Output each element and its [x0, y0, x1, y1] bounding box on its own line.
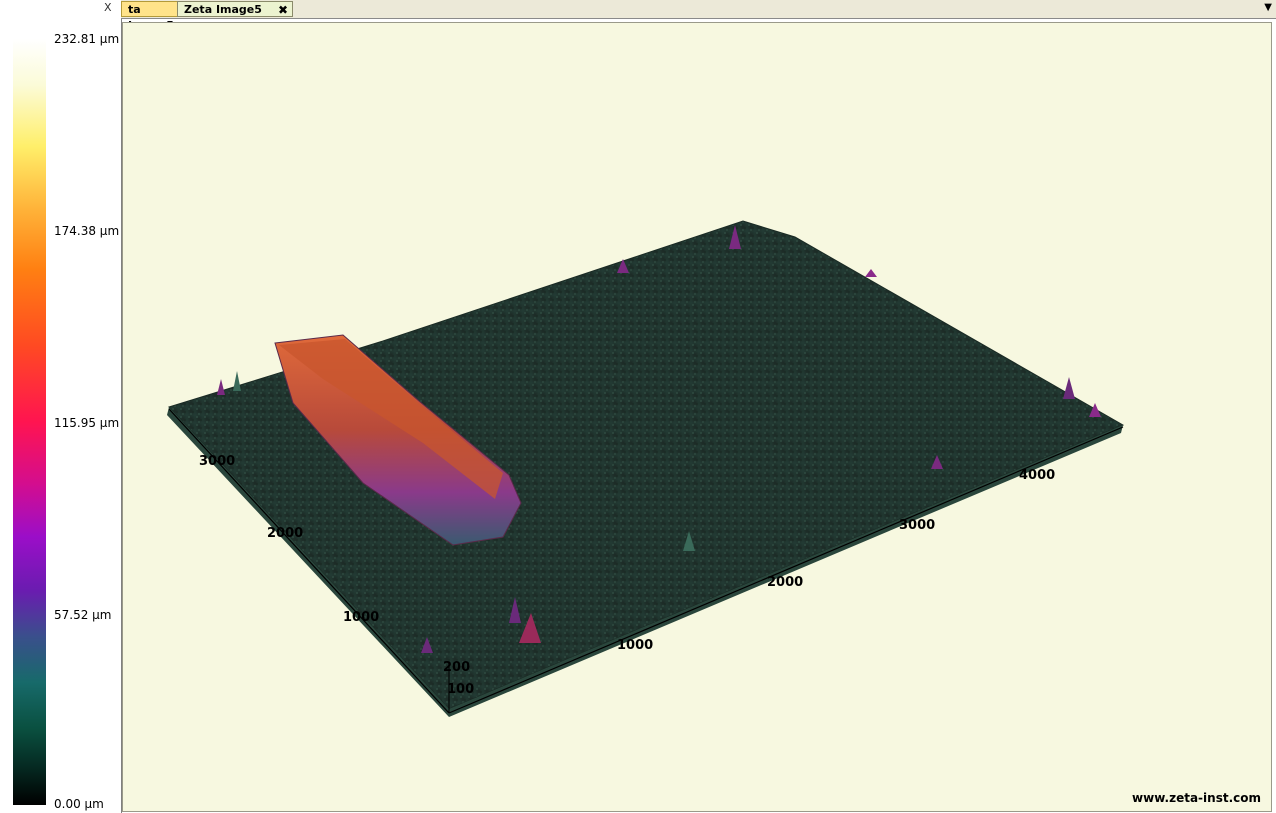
- x-tick-2000: 2000: [767, 575, 803, 590]
- x-tick-1000: 1000: [617, 638, 653, 653]
- surface-plane: [168, 220, 1125, 710]
- y-tick-2000: 2000: [267, 526, 303, 541]
- y-tick-3000: 3000: [199, 454, 235, 469]
- z-tick-200: 200: [443, 660, 470, 675]
- x-tick-4000: 4000: [1019, 468, 1055, 483]
- colorbar-label-50: 115.95 µm: [54, 416, 120, 430]
- 3d-surface-viewport[interactable]: 1000 2000 3000 4000 1000 2000 3000 200 1…: [122, 22, 1272, 812]
- z-tick-100: 100: [447, 682, 474, 697]
- x-tick-3000: 3000: [899, 518, 935, 533]
- height-colorbar: [13, 39, 46, 805]
- tab-zeta-image5[interactable]: Zeta Image5 ✖: [177, 1, 293, 17]
- tab-strip: ta Image5 Zeta Image5 ✖ ▼: [121, 0, 1276, 32]
- y-tick-1000: 1000: [343, 610, 379, 625]
- colorbar-label-max: 232.81 µm: [54, 32, 120, 46]
- colorbar-label-75: 174.38 µm: [54, 224, 120, 238]
- chevron-down-icon[interactable]: ▼: [1264, 2, 1272, 13]
- surface-plot: 1000 2000 3000 4000 1000 2000 3000 200 1…: [167, 220, 1125, 717]
- close-icon[interactable]: ✖: [278, 2, 288, 18]
- close-panel-button[interactable]: X: [104, 1, 112, 14]
- colorbar-label-min: 0.00 µm: [54, 797, 104, 811]
- tab-label: Zeta Image5: [184, 3, 262, 16]
- colorbar-panel: X 232.81 µm 174.38 µm 115.95 µm 57.52 µm…: [0, 0, 122, 813]
- tab-image5-previous[interactable]: ta Image5: [121, 1, 179, 32]
- colorbar-label-25: 57.52 µm: [54, 608, 112, 622]
- watermark-text: www.zeta-inst.com: [1132, 791, 1261, 805]
